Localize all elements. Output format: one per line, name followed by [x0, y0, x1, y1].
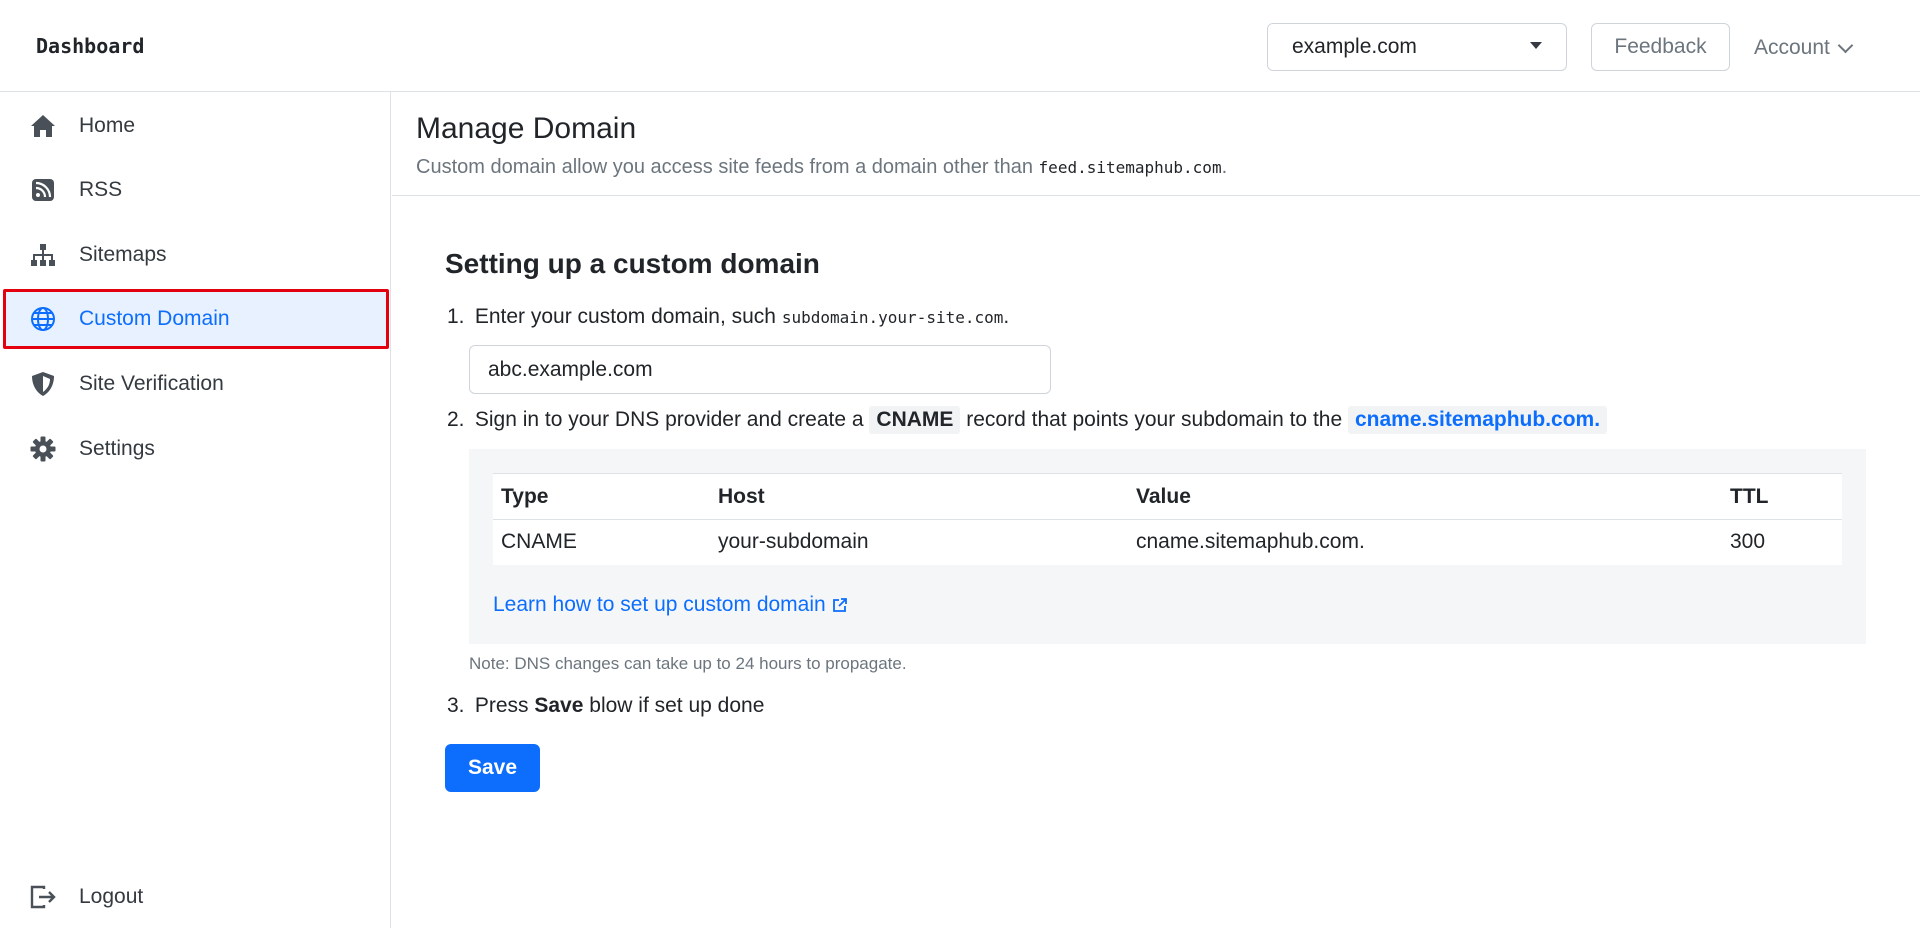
- account-menu[interactable]: Account: [1754, 30, 1854, 66]
- sidebar-item-site-verification[interactable]: Site Verification: [3, 354, 389, 414]
- step-text: Enter your custom domain, such: [474, 305, 776, 328]
- step-2: 2. Sign in to your DNS provider and crea…: [447, 406, 1608, 434]
- step-number: 1.: [447, 305, 465, 328]
- sidebar-item-label: Custom Domain: [79, 307, 230, 330]
- sitemap-icon: [30, 242, 56, 268]
- sidebar-item-label: Home: [79, 114, 136, 137]
- dns-record-panel: Type Host Value TTL CNAME your-subdomain…: [469, 449, 1866, 644]
- shield-icon: [30, 371, 56, 397]
- table-header-row: Type Host Value TTL: [493, 473, 1842, 520]
- column-header-ttl: TTL: [1722, 473, 1842, 520]
- column-header-value: Value: [1128, 473, 1722, 520]
- column-header-host: Host: [710, 473, 1128, 520]
- example-domain-code: subdomain.your-site.com: [781, 308, 1004, 327]
- site-select-value: example.com: [1292, 35, 1417, 58]
- rss-icon: [30, 177, 56, 203]
- dns-record-table: Type Host Value TTL CNAME your-subdomain…: [493, 473, 1842, 565]
- step-number: 2.: [447, 408, 465, 431]
- top-header: Dashboard example.com Feedback Account: [0, 0, 1920, 92]
- page-description: Custom domain allow you access site feed…: [416, 156, 1227, 179]
- custom-domain-input[interactable]: [469, 345, 1051, 394]
- external-link-icon: [832, 598, 847, 612]
- sidebar-item-label: RSS: [79, 178, 123, 201]
- step-3: 3. Press Save blow if set up done: [447, 694, 764, 718]
- cell-type: CNAME: [501, 530, 577, 554]
- section-title: Setting up a custom domain: [445, 248, 820, 279]
- cell-value: cname.sitemaphub.com.: [1136, 530, 1365, 554]
- page-description-suffix: .: [1221, 156, 1228, 178]
- table-row: CNAME your-subdomain cname.sitemaphub.co…: [493, 520, 1842, 565]
- learn-link-label: Learn how to set up custom domain: [493, 593, 826, 616]
- logout-label: Logout: [79, 885, 144, 908]
- globe-icon: [30, 306, 56, 332]
- page-title: Manage Domain: [416, 112, 637, 145]
- site-select[interactable]: example.com: [1267, 23, 1567, 71]
- caret-down-icon: [1530, 41, 1542, 49]
- gear-icon: [30, 436, 56, 462]
- logout-button[interactable]: Logout: [3, 867, 389, 927]
- page-description-text: Custom domain allow you access site feed…: [416, 156, 1033, 178]
- cname-code: CNAME: [869, 406, 961, 434]
- sidebar-item-label: Sitemaps: [79, 243, 167, 266]
- step-text: blow if set up done: [589, 694, 765, 717]
- sidebar: Home RSS Sitemaps Custom Domain Site Ver…: [0, 92, 391, 928]
- sidebar-item-custom-domain[interactable]: Custom Domain: [3, 289, 389, 349]
- logout-icon: [30, 884, 56, 910]
- step-text: record that points your subdomain to the: [966, 408, 1343, 431]
- account-label: Account: [1754, 36, 1830, 59]
- step-text: Press: [474, 694, 529, 717]
- feedback-button[interactable]: Feedback: [1591, 23, 1730, 71]
- save-button[interactable]: Save: [445, 744, 540, 792]
- step-text: Sign in to your DNS provider and create …: [474, 408, 864, 431]
- chevron-down-icon: [1837, 37, 1854, 53]
- sidebar-item-label: Settings: [79, 437, 155, 460]
- dns-propagation-note: Note: DNS changes can take up to 24 hour…: [469, 654, 907, 673]
- step-number: 3.: [447, 694, 465, 717]
- step-suffix: .: [1003, 305, 1010, 328]
- cell-host: your-subdomain: [718, 530, 869, 554]
- column-header-type: Type: [493, 473, 710, 520]
- home-icon: [30, 113, 56, 139]
- sidebar-item-sitemaps[interactable]: Sitemaps: [3, 225, 389, 285]
- cell-ttl: 300: [1730, 530, 1766, 554]
- sidebar-item-rss[interactable]: RSS: [3, 160, 389, 220]
- sidebar-item-settings[interactable]: Settings: [3, 419, 389, 479]
- cname-target-link[interactable]: cname.sitemaphub.com.: [1347, 406, 1608, 434]
- feed-domain-code: feed.sitemaphub.com: [1038, 158, 1222, 177]
- brand-title[interactable]: Dashboard: [36, 34, 144, 58]
- save-emphasis: Save: [534, 694, 584, 717]
- sidebar-item-home[interactable]: Home: [3, 96, 389, 156]
- sidebar-item-label: Site Verification: [79, 372, 224, 395]
- step-1: 1. Enter your custom domain, such subdom…: [447, 305, 1009, 329]
- learn-custom-domain-link[interactable]: Learn how to set up custom domain: [493, 593, 848, 617]
- page-header: Manage Domain Custom domain allow you ac…: [392, 92, 1920, 196]
